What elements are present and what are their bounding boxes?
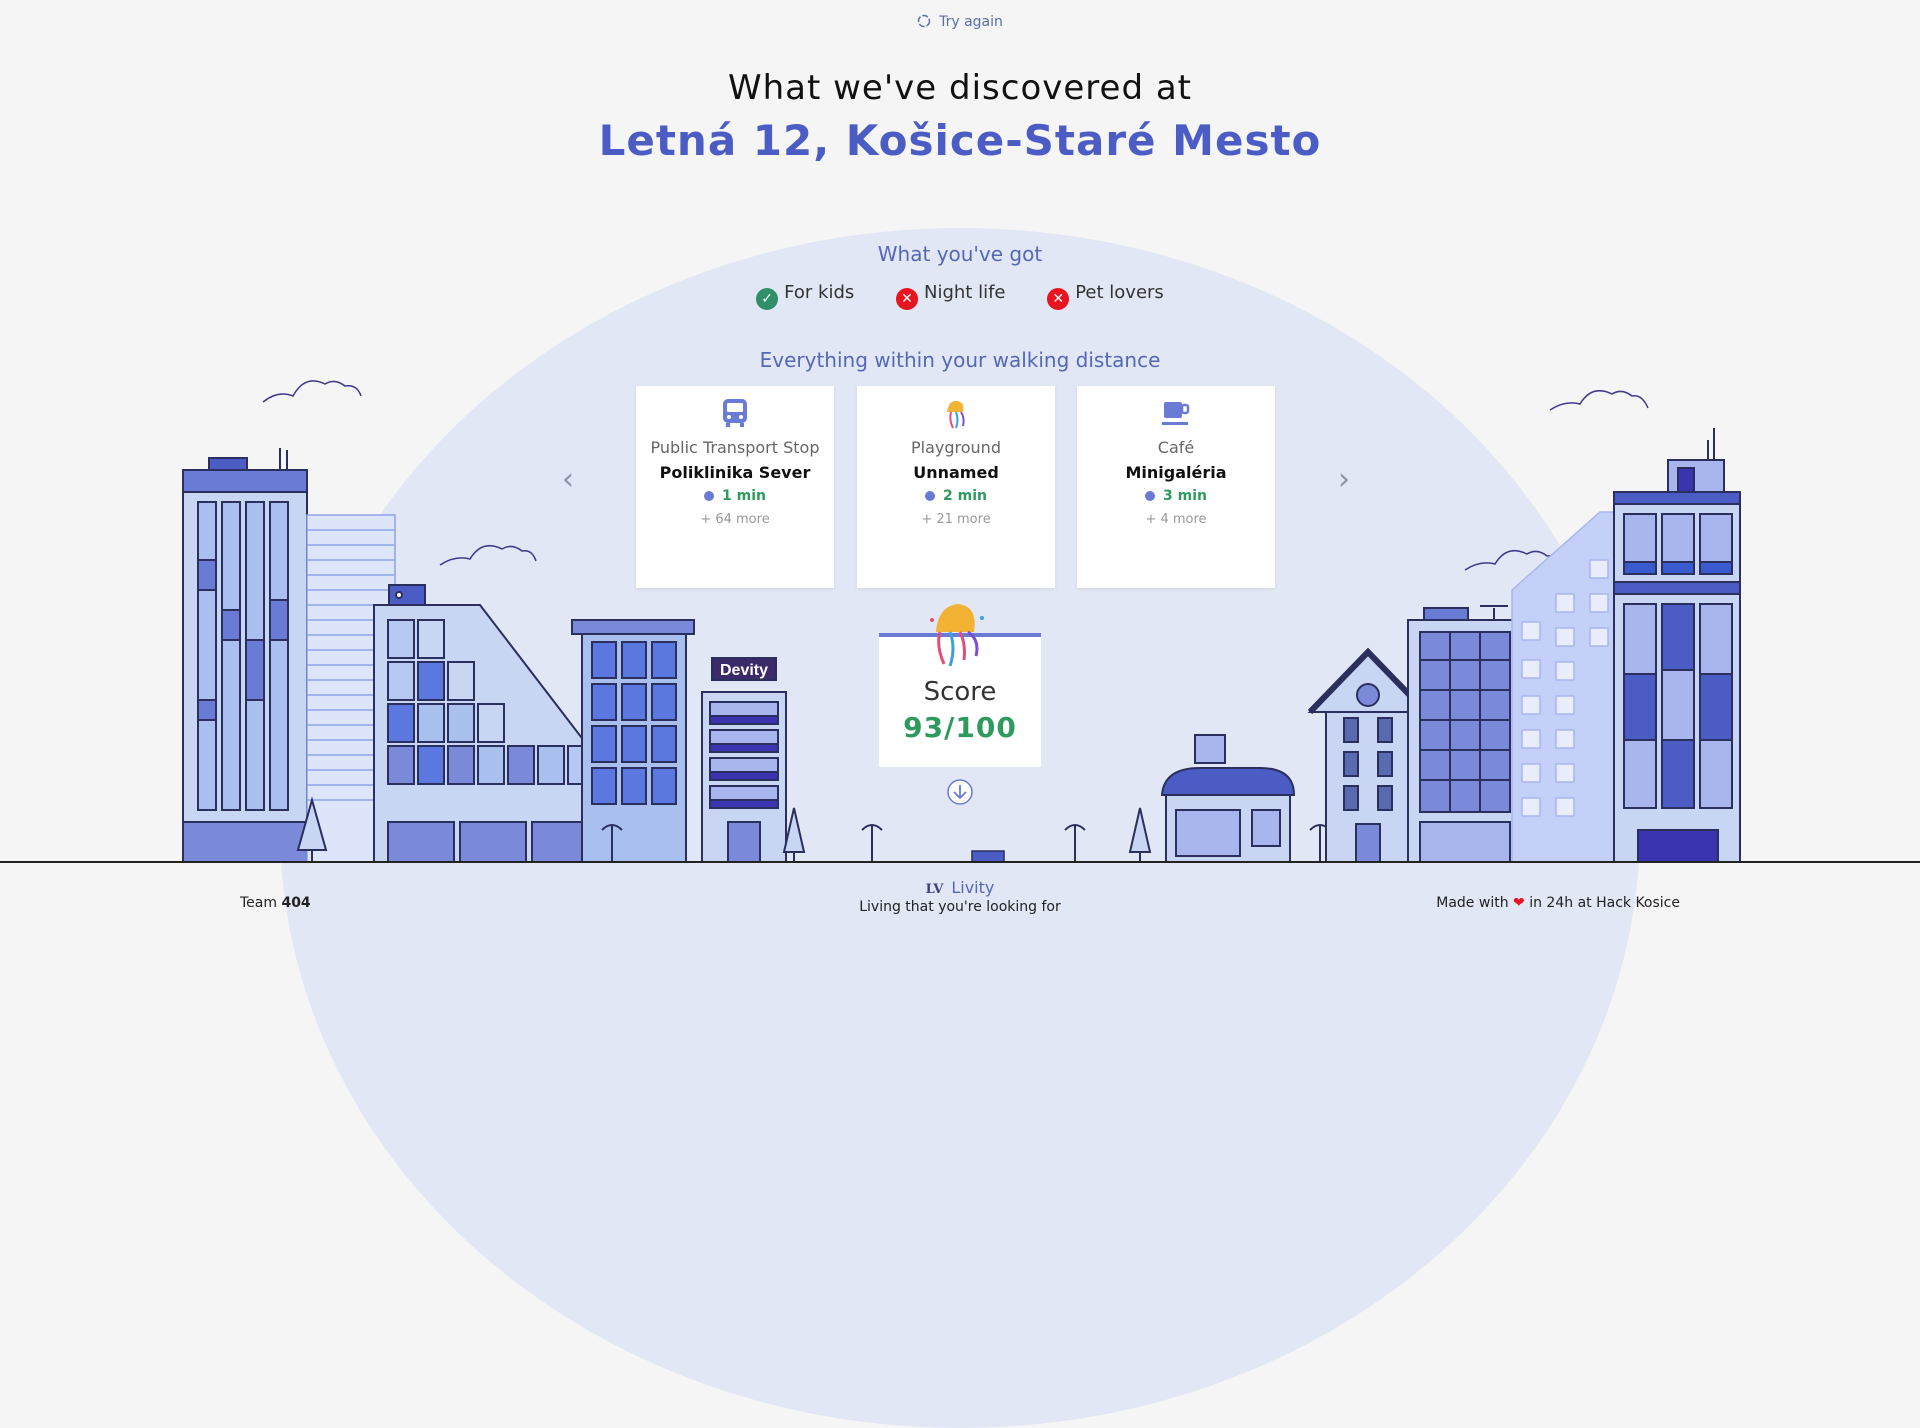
place-type: Café <box>1157 438 1195 457</box>
features-section-title: What you've got <box>877 242 1043 266</box>
feature-label: Night life <box>923 282 1006 303</box>
clock-icon <box>925 491 936 501</box>
livity-logo-icon: LV <box>925 882 944 897</box>
walking-section-title: Everything within your walking distance <box>759 348 1161 372</box>
heart-icon: ❤ <box>1513 895 1525 911</box>
walk-time: 2 min <box>857 488 1055 504</box>
place-type: Playground <box>911 438 1001 457</box>
refresh-icon <box>917 14 931 28</box>
brand-name: Livity <box>951 878 995 897</box>
walk-time: 1 min <box>636 488 834 504</box>
more-count: + 21 more <box>921 512 991 527</box>
place-name: Minigaléria <box>1125 463 1227 482</box>
more-count: + 4 more <box>1145 512 1207 527</box>
cross-icon: ✕ <box>895 288 918 310</box>
more-count: + 64 more <box>700 512 770 527</box>
features-list: ✓ For kids ✕ Night life ✕ Pet lovers <box>0 282 1920 310</box>
cloud <box>1549 389 1649 411</box>
place-card-transport[interactable]: Public Transport Stop Poliklinika Sever … <box>636 386 834 588</box>
bus-icon <box>636 398 834 432</box>
devity-sign: Devity <box>720 662 768 679</box>
feature-night-life: ✕ Night life <box>895 282 1006 310</box>
carousel-next-button[interactable]: › <box>1338 462 1350 497</box>
ground-line <box>0 861 1920 863</box>
coffee-cup-icon <box>1077 398 1275 432</box>
confetti-jellyfish-icon <box>930 604 984 667</box>
feature-for-kids: ✓ For kids <box>756 282 854 310</box>
score-value: 93/100 <box>903 711 1017 744</box>
walk-time: 3 min <box>1077 488 1275 504</box>
clock-icon <box>704 491 715 501</box>
try-again-button[interactable]: Try again <box>0 14 1920 30</box>
address-title: Letná 12, Košice-Staré Mesto <box>598 116 1322 165</box>
check-icon: ✓ <box>756 288 779 310</box>
place-card-playground[interactable]: Playground Unnamed 2 min + 21 more <box>857 386 1055 588</box>
score-label: Score <box>923 677 997 707</box>
page-title: What we've discovered at <box>727 68 1193 108</box>
clock-icon <box>1145 491 1156 501</box>
place-card-cafe[interactable]: Café Minigaléria 3 min + 4 more <box>1077 386 1275 588</box>
carousel-prev-button[interactable]: ‹ <box>562 462 574 497</box>
scroll-down-button[interactable] <box>946 778 974 806</box>
place-name: Unnamed <box>913 463 999 482</box>
place-name: Poliklinika Sever <box>659 463 811 482</box>
feature-pet-lovers: ✕ Pet lovers <box>1047 282 1164 310</box>
made-with-text: Made with ❤ in 24h at Hack Kosice <box>1436 895 1680 911</box>
cross-icon: ✕ <box>1047 288 1070 310</box>
cloud <box>439 544 537 566</box>
feature-label: Pet lovers <box>1075 282 1164 303</box>
jellyfish-icon <box>857 398 1055 432</box>
try-again-label: Try again <box>939 14 1003 30</box>
place-type: Public Transport Stop <box>650 438 820 457</box>
feature-label: For kids <box>784 282 855 303</box>
cloud <box>262 380 362 403</box>
